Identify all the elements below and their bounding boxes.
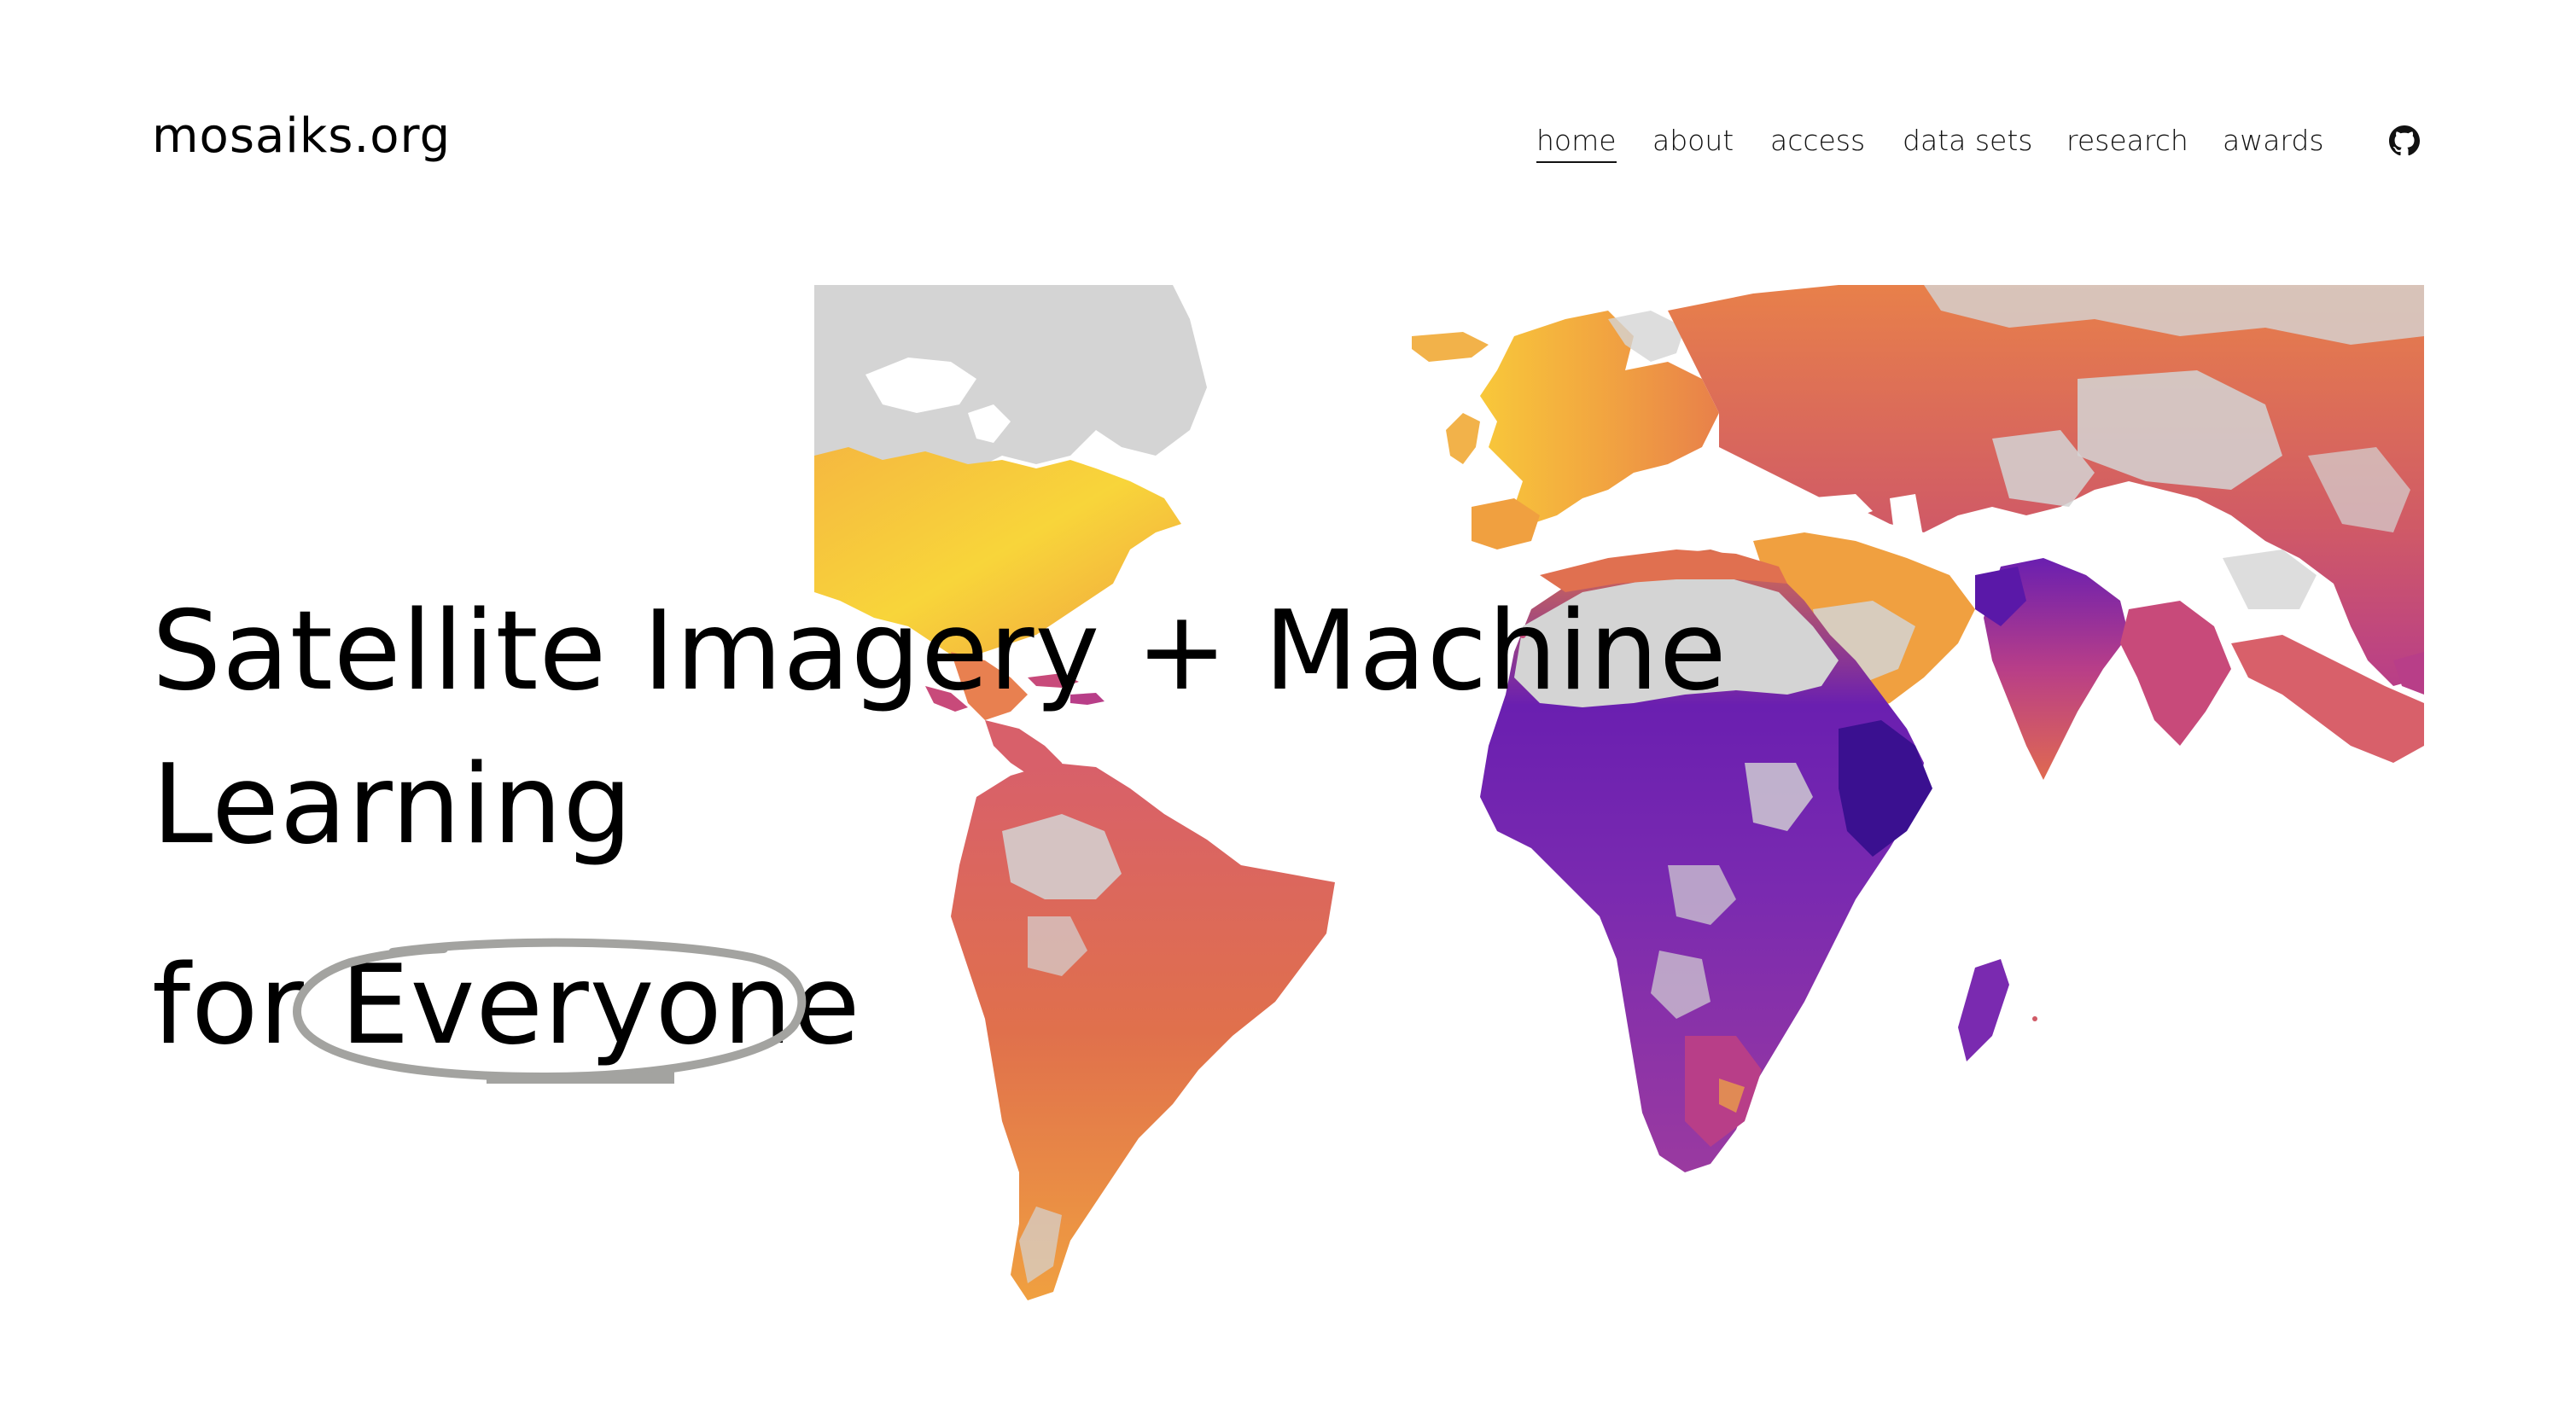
github-icon[interactable] [2389, 125, 2420, 156]
nav-awards[interactable]: awards [2223, 124, 2324, 158]
nav-about[interactable]: about [1652, 124, 1734, 158]
hero-heading-line-3: for Everyone [152, 951, 861, 1061]
hero-for-text: for [152, 942, 341, 1069]
site-title-link[interactable]: mosaiks.org [152, 113, 451, 160]
nav-home[interactable]: home [1536, 124, 1617, 163]
nav-access[interactable]: access [1770, 124, 1865, 158]
world-map-image [814, 285, 2424, 1300]
hero-heading-line-2: Learning [152, 741, 633, 869]
page: mosaiks.org home about access data sets … [0, 0, 2576, 1413]
hero-heading-line-1: Satellite Imagery + Machine [152, 588, 1728, 715]
nav-research[interactable]: research [2066, 124, 2188, 158]
hero-highlight-word: Everyone [340, 942, 861, 1069]
nav-data-sets[interactable]: data sets [1903, 124, 2032, 158]
